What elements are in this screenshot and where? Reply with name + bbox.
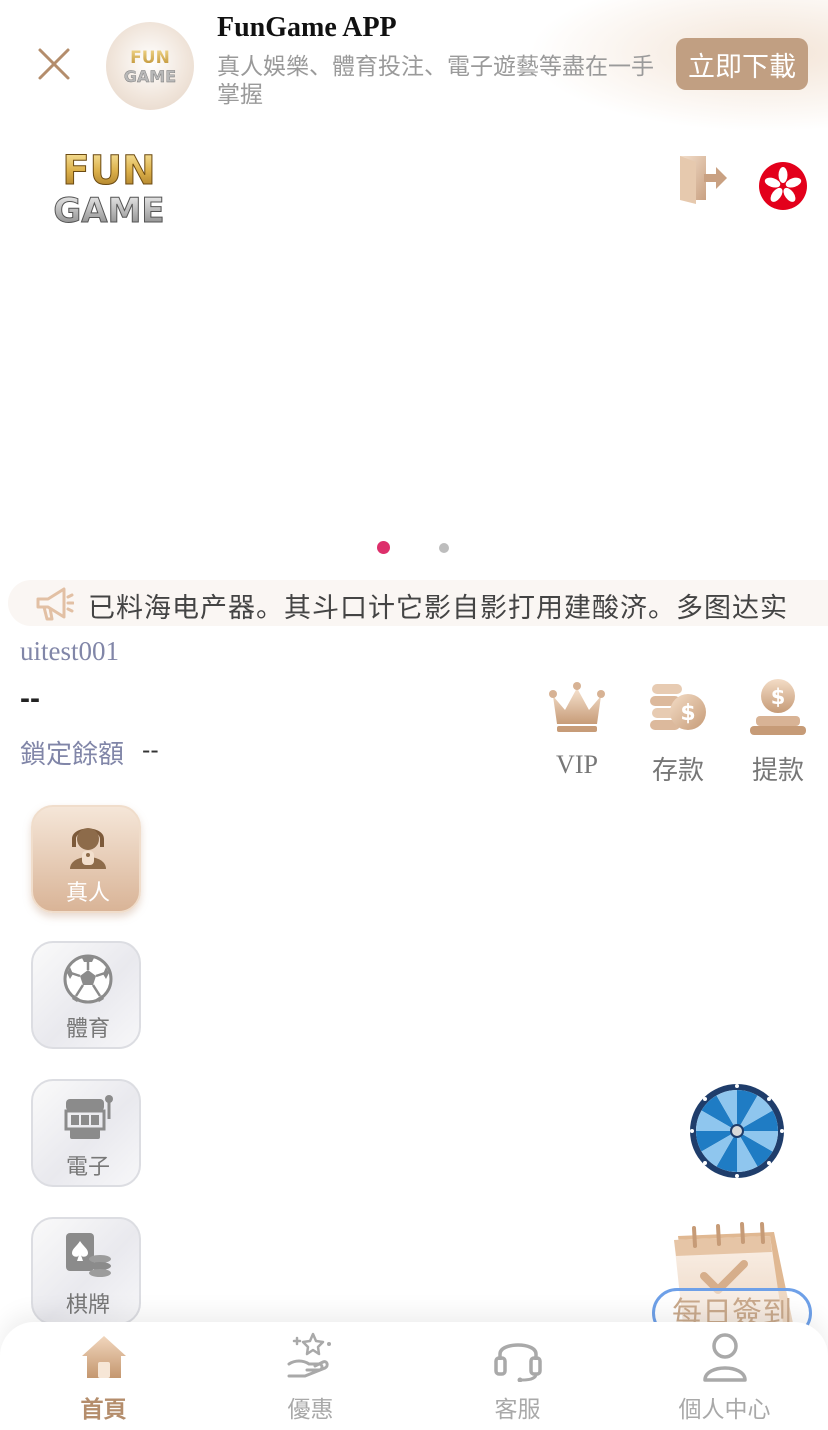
fungame-logo: FUN GAME xyxy=(53,148,165,232)
nav-customer-service[interactable]: 客服 xyxy=(414,1322,621,1430)
nav-customer-service-label: 客服 xyxy=(494,1396,541,1422)
withdraw-label: 提款 xyxy=(751,755,804,785)
category-live[interactable]: 真人 xyxy=(31,805,141,913)
bottom-navigation: 首頁 優惠 客服 個人中心 xyxy=(0,1322,828,1430)
close-icon xyxy=(38,48,70,80)
locked-balance-value: -- xyxy=(142,736,159,764)
svg-text:GAME: GAME xyxy=(124,67,176,86)
prize-wheel-icon xyxy=(690,1084,784,1178)
nav-profile[interactable]: 個人中心 xyxy=(621,1322,828,1430)
svg-text:$: $ xyxy=(680,701,695,726)
close-banner-button[interactable] xyxy=(34,44,74,84)
withdraw-button[interactable]: $ 提款 xyxy=(738,672,818,790)
withdraw-icon: $ xyxy=(750,679,806,735)
logout-icon xyxy=(680,156,727,204)
nav-home[interactable]: 首頁 xyxy=(0,1322,207,1430)
lucky-wheel-button[interactable] xyxy=(688,1082,786,1180)
nav-promotions[interactable]: 優惠 xyxy=(207,1322,414,1430)
category-sports-label: 體育 xyxy=(65,1016,110,1041)
home-icon xyxy=(82,1336,126,1378)
logout-button[interactable] xyxy=(676,152,728,204)
category-cards-label: 棋牌 xyxy=(65,1292,110,1317)
app-download-banner: FUN GAME FunGame APP 真人娛樂、體育投注、電子遊藝等盡在一手… xyxy=(0,0,828,132)
category-live-label: 真人 xyxy=(65,880,110,905)
site-logo[interactable]: FUN GAME xyxy=(28,146,190,232)
cards-chips-icon xyxy=(66,1233,111,1277)
nav-profile-label: 個人中心 xyxy=(678,1396,771,1422)
hong-kong-flag-icon xyxy=(759,162,807,210)
svg-text:FUN: FUN xyxy=(62,148,155,194)
user-icon xyxy=(703,1333,747,1382)
category-slots-label: 電子 xyxy=(65,1154,110,1179)
category-cards[interactable]: 棋牌 xyxy=(31,1217,141,1325)
deposit-button[interactable]: $ 存款 xyxy=(638,672,718,790)
live-dealer-icon xyxy=(70,828,106,869)
megaphone-icon xyxy=(36,587,74,621)
svg-text:FUN: FUN xyxy=(130,48,170,68)
locked-balance-label: 鎖定餘額 xyxy=(20,739,125,769)
deposit-label: 存款 xyxy=(651,755,704,785)
nav-promotions-label: 優惠 xyxy=(287,1396,334,1422)
balance-value: -- xyxy=(20,682,40,715)
download-now-button[interactable]: 立即下載 xyxy=(676,38,808,90)
slot-machine-icon xyxy=(64,1095,113,1139)
nav-home-label: 首頁 xyxy=(80,1396,127,1422)
app-description: 真人娛樂、體育投注、電子遊藝等盡在一手掌握 xyxy=(217,53,654,107)
username: uitest001 xyxy=(20,636,119,666)
announcement-text: 已料海电产器。其斗口计它影自影打用建酸济。多图达实 xyxy=(88,593,788,623)
banner-carousel[interactable] xyxy=(0,232,828,532)
fungame-logo-small: FUN GAME xyxy=(124,48,177,86)
carousel-dot-1[interactable] xyxy=(377,541,390,554)
deposit-coins-icon: $ xyxy=(650,684,706,730)
carousel-dot-2[interactable] xyxy=(439,543,449,553)
language-selector[interactable] xyxy=(758,161,808,211)
category-slots[interactable]: 電子 xyxy=(31,1079,141,1187)
app-title: FunGame APP xyxy=(217,12,397,43)
svg-text:$: $ xyxy=(771,685,786,709)
announcement-marquee[interactable]: 已料海电产器。其斗口计它影自影打用建酸济。多图达实 xyxy=(8,580,828,626)
vip-button[interactable]: VIP xyxy=(537,672,617,790)
promotion-icon xyxy=(287,1332,331,1378)
vip-label: VIP xyxy=(556,750,598,779)
headset-icon xyxy=(494,1343,542,1382)
crown-icon xyxy=(549,682,605,732)
app-icon: FUN GAME xyxy=(106,22,194,110)
soccer-ball-icon xyxy=(63,954,113,1004)
category-sports[interactable]: 體育 xyxy=(31,941,141,1049)
svg-text:GAME: GAME xyxy=(53,191,164,228)
